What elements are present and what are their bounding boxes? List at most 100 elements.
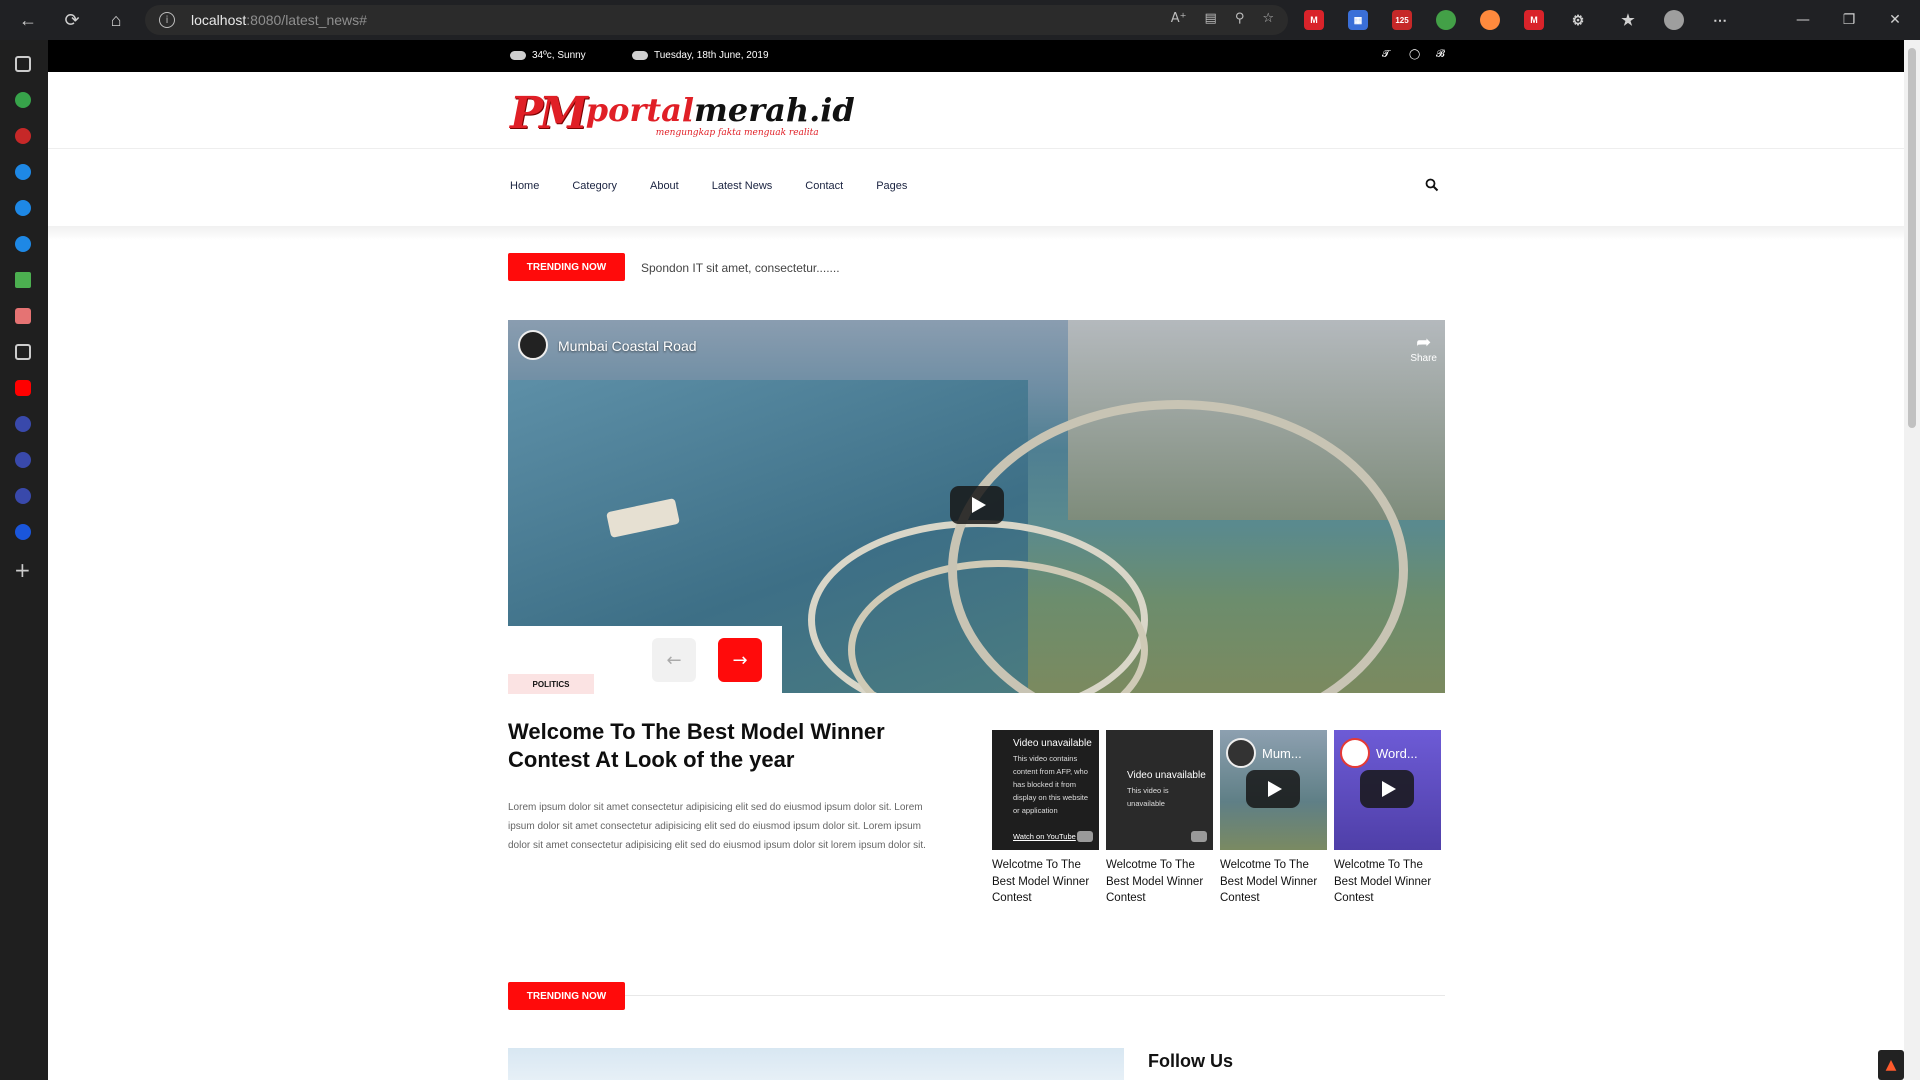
sidebar-app-icon[interactable]: [15, 524, 31, 540]
sidebar-app-icon[interactable]: [15, 272, 31, 288]
url-host: localhost: [191, 12, 247, 28]
channel-avatar: [1226, 738, 1256, 768]
category-badge[interactable]: POLITICS: [508, 674, 594, 694]
extension-icon[interactable]: [1480, 10, 1500, 30]
sidebar-app-icon[interactable]: [15, 128, 31, 144]
sidebar-app-icon[interactable]: [15, 308, 31, 324]
menu-item-category[interactable]: Category: [572, 180, 617, 192]
youtube-icon: [1191, 831, 1207, 842]
address-bar[interactable]: i localhost :8080/latest_news# A⁺ ▤ ⚲ ☆: [145, 5, 1288, 35]
more-menu-icon[interactable]: ⋯: [1710, 10, 1730, 30]
thumbnail-caption[interactable]: Welcotme To The Best Model Winner Contes…: [1220, 857, 1330, 907]
extension-icon[interactable]: M: [1524, 10, 1544, 30]
menu-item-pages[interactable]: Pages: [876, 180, 907, 192]
trending-now-button[interactable]: TRENDING NOW: [508, 982, 625, 1010]
video-thumbnail[interactable]: Mum...: [1220, 730, 1327, 850]
share-icon: ➦: [1416, 332, 1432, 353]
refresh-icon[interactable]: ⟳: [50, 0, 94, 40]
header-divider: [48, 148, 1904, 149]
main-menu: Home Category About Latest News Contact …: [510, 180, 940, 192]
article-image[interactable]: [508, 1048, 1124, 1080]
share-label: Share: [1410, 353, 1437, 364]
sidebar-app-icon[interactable]: [15, 344, 31, 360]
sidebar-app-icon[interactable]: [15, 164, 31, 180]
follow-us-heading: Follow Us: [1148, 1051, 1233, 1071]
home-icon[interactable]: ⌂: [94, 0, 138, 40]
thumbnail-caption[interactable]: Welcotme To The Best Model Winner Contes…: [1106, 857, 1216, 907]
extensions-puzzle-icon[interactable]: ⚙: [1568, 10, 1588, 30]
logo-mark: PM: [510, 88, 588, 139]
sidebar-app-icon[interactable]: [15, 416, 31, 432]
weather: 34ºc, Sunny: [510, 50, 586, 61]
video-thumbnail[interactable]: Video unavailable This video contains co…: [992, 730, 1099, 850]
prev-arrow-icon[interactable]: ←: [652, 638, 696, 682]
pinterest-icon[interactable]: 𝓑: [1436, 49, 1445, 60]
video-unavailable-body: This video contains content from AFP, wh…: [1013, 754, 1089, 815]
play-button[interactable]: [950, 486, 1004, 524]
extension-badge-icon[interactable]: 125: [1392, 10, 1412, 30]
menu-item-latest-news[interactable]: Latest News: [712, 180, 773, 192]
featured-video[interactable]: Mumbai Coastal Road ➦ Share ← →: [508, 320, 1445, 693]
sidebar-app-icon[interactable]: [15, 236, 31, 252]
read-aloud-icon[interactable]: A⁺: [1171, 11, 1187, 26]
next-arrow-icon[interactable]: →: [718, 638, 762, 682]
sidebar-app-icon[interactable]: [15, 452, 31, 468]
play-button[interactable]: [1360, 770, 1414, 808]
menu-shadow: [48, 226, 1904, 240]
youtube-icon[interactable]: [15, 380, 31, 396]
play-button[interactable]: [1246, 770, 1300, 808]
immersive-reader-icon[interactable]: ▤: [1205, 11, 1217, 26]
close-icon[interactable]: ✕: [1872, 0, 1918, 40]
twitter-icon[interactable]: 𝓣: [1382, 49, 1390, 60]
date-text: Tuesday, 18th June, 2019: [654, 50, 769, 61]
menu-item-contact[interactable]: Contact: [805, 180, 843, 192]
site-info-icon[interactable]: i: [159, 12, 175, 28]
site-logo[interactable]: PM portalmerah.id mengungkap fakta mengu…: [510, 82, 855, 139]
sidebar-app-icon[interactable]: [15, 200, 31, 216]
video-unavailable-title: Video unavailable: [1013, 738, 1092, 749]
menu-item-about[interactable]: About: [650, 180, 679, 192]
cloud-icon: [510, 51, 526, 60]
sidebar-app-icon[interactable]: [15, 92, 31, 108]
extension-icon[interactable]: [1436, 10, 1456, 30]
restore-icon[interactable]: ❐: [1826, 0, 1872, 40]
trending-ticker[interactable]: Spondon IT sit amet, consectetur.......: [641, 261, 840, 275]
zoom-out-icon[interactable]: ⚲: [1235, 11, 1245, 26]
favorites-icon[interactable]: ★: [1618, 10, 1638, 30]
page-scrollbar[interactable]: [1904, 40, 1920, 1080]
instagram-icon[interactable]: ◯: [1409, 49, 1420, 60]
youtube-icon: [1077, 831, 1093, 842]
browser-toolbar: ← ⟳ ⌂ i localhost :8080/latest_news# A⁺ …: [0, 0, 1920, 40]
channel-avatar[interactable]: [518, 330, 548, 360]
browser-sidebar: +: [0, 40, 48, 1080]
search-icon[interactable]: [1425, 178, 1439, 192]
scrollbar-thumb[interactable]: [1908, 48, 1916, 428]
back-icon[interactable]: ←: [6, 0, 50, 40]
date: Tuesday, 18th June, 2019: [632, 50, 769, 61]
video-title[interactable]: Mumbai Coastal Road: [558, 338, 697, 354]
sidebar-app-icon[interactable]: [15, 488, 31, 504]
video-thumbnail[interactable]: Video unavailable This video is unavaila…: [1106, 730, 1213, 850]
thumbnail-title: Mum...: [1262, 746, 1302, 761]
extension-icon[interactable]: M: [1304, 10, 1324, 30]
channel-avatar: [1340, 738, 1370, 768]
flame-icon[interactable]: ▲: [1878, 1050, 1904, 1080]
section-divider: [508, 995, 1445, 996]
video-thumbnail[interactable]: Word...: [1334, 730, 1441, 850]
minimize-icon[interactable]: —: [1780, 0, 1826, 40]
video-unavailable-title: Video unavailable: [1127, 770, 1206, 781]
thumbnail-caption[interactable]: Welcotme To The Best Model Winner Contes…: [992, 857, 1102, 907]
trending-now-button[interactable]: TRENDING NOW: [508, 253, 625, 281]
article-headline[interactable]: Welcome To The Best Model Winner Contest…: [508, 718, 928, 774]
extension-icon[interactable]: ▦: [1348, 10, 1368, 30]
share-button[interactable]: ➦ Share: [1410, 332, 1437, 364]
add-favorite-icon[interactable]: ☆: [1262, 11, 1274, 26]
add-icon[interactable]: +: [14, 558, 31, 582]
tabs-icon[interactable]: [15, 56, 31, 72]
thumbnail-caption[interactable]: Welcotme To The Best Model Winner Contes…: [1334, 857, 1444, 907]
top-info-bar: 34ºc, Sunny Tuesday, 18th June, 2019 𝓣 ◯…: [48, 40, 1904, 72]
thumbnail-title: Word...: [1376, 746, 1418, 761]
profile-avatar[interactable]: [1664, 10, 1684, 30]
menu-item-home[interactable]: Home: [510, 180, 539, 192]
logo-wordmark: portalmerah.id: [585, 91, 855, 129]
